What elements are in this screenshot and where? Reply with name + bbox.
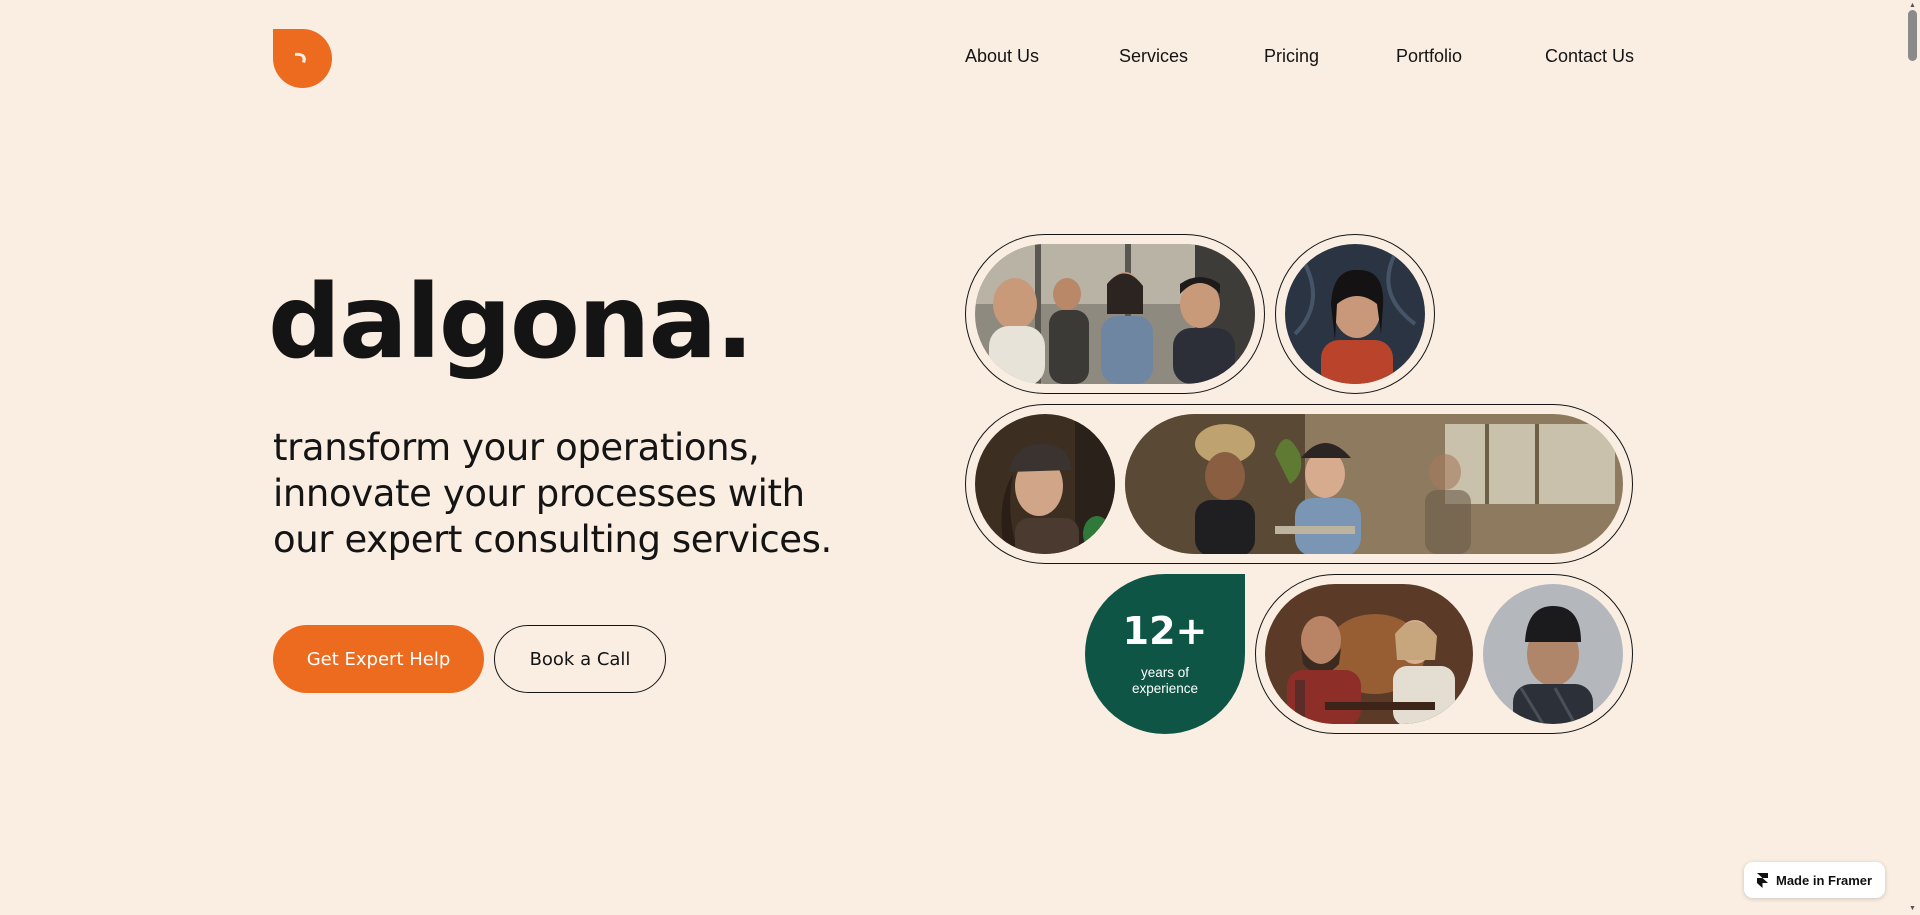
made-in-framer-badge[interactable]: Made in Framer xyxy=(1744,862,1885,898)
scrollbar-thumb[interactable] xyxy=(1908,10,1917,61)
nav-contact-us[interactable]: Contact Us xyxy=(1545,46,1634,67)
get-expert-help-button[interactable]: Get Expert Help xyxy=(273,625,484,693)
experience-stat-card: 12+ years of experience xyxy=(1085,574,1245,734)
dinner-conversation-photo xyxy=(1265,584,1473,724)
nav-services[interactable]: Services xyxy=(1119,46,1188,67)
cafe-meeting-photo xyxy=(1125,414,1623,554)
nav-about-us[interactable]: About Us xyxy=(965,46,1039,67)
scroll-up-icon[interactable]: ▲ xyxy=(1908,1,1917,10)
scroll-down-icon[interactable]: ▼ xyxy=(1908,904,1917,913)
nav-pricing[interactable]: Pricing xyxy=(1264,46,1319,67)
framer-icon xyxy=(1757,872,1768,888)
woman-with-cap-photo xyxy=(975,414,1115,554)
experience-value: 12+ xyxy=(1122,609,1208,653)
book-a-call-button[interactable]: Book a Call xyxy=(494,625,666,693)
man-beanie-portrait-photo xyxy=(1483,584,1623,724)
experience-label: years of experience xyxy=(1131,665,1199,696)
team-meeting-photo xyxy=(975,244,1255,384)
brand-heading: dalgona. xyxy=(268,263,754,382)
woman-portrait-photo xyxy=(1285,244,1425,384)
made-in-framer-label: Made in Framer xyxy=(1776,872,1873,888)
hero-tagline: transform your operations, innovate your… xyxy=(273,426,832,561)
main-navigation: About Us Services Pricing Portfolio Cont… xyxy=(0,46,1920,72)
vertical-scrollbar[interactable] xyxy=(1905,0,1920,915)
nav-portfolio[interactable]: Portfolio xyxy=(1396,46,1462,67)
